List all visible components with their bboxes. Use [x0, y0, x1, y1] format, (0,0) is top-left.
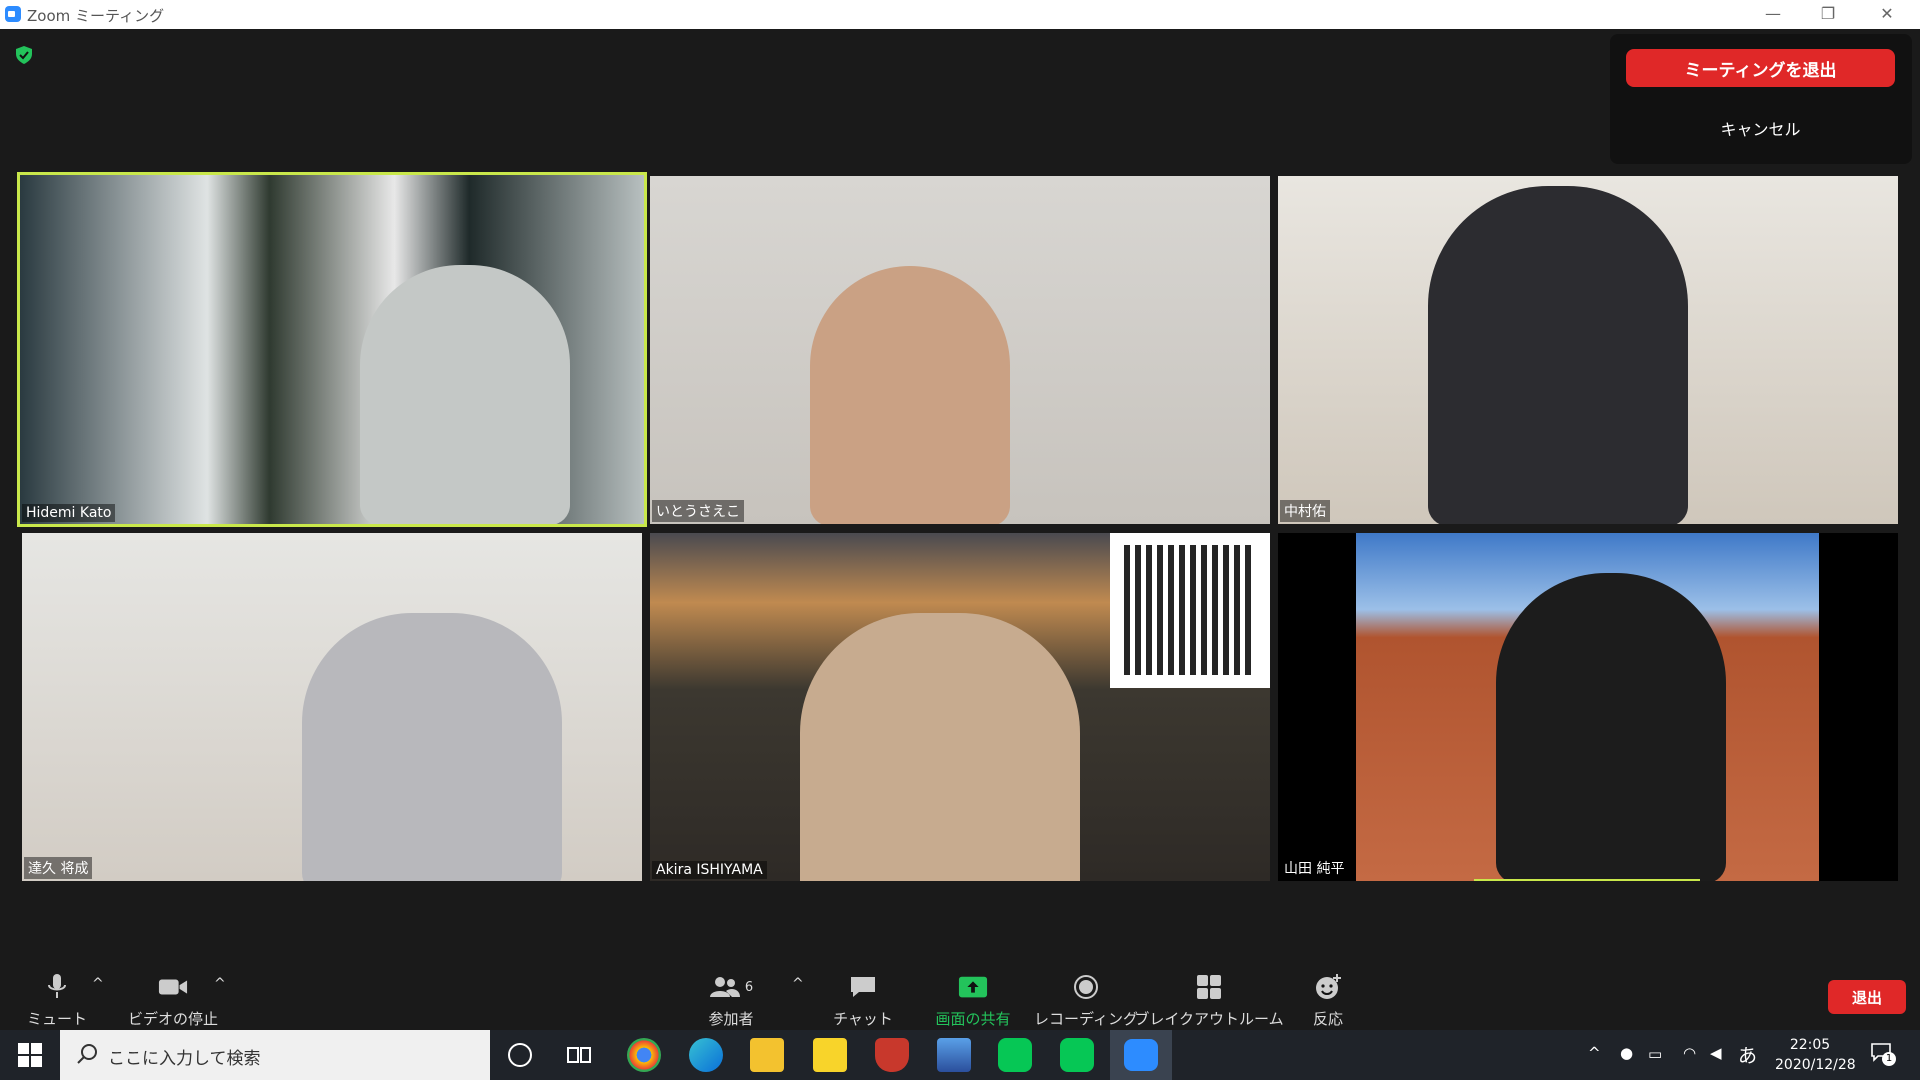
participants-label: 参加者	[708, 1010, 754, 1028]
participants-button[interactable]: 6 参加者	[671, 972, 791, 1029]
participant-name: 中村佑	[1280, 500, 1330, 522]
audio-level-bar	[1474, 879, 1700, 881]
close-button[interactable]: ✕	[1872, 4, 1902, 24]
leave-meeting-dialog: ミーティングを退出 キャンセル	[1610, 34, 1912, 164]
notifications-icon[interactable]: 1	[1870, 1042, 1896, 1066]
reactions-button[interactable]: 反応	[1268, 972, 1388, 1029]
breakout-rooms-button[interactable]: ブレイクアウトルーム	[1129, 972, 1289, 1029]
qr-code-image	[1110, 533, 1270, 688]
participant-name: Akira ISHIYAMA	[652, 861, 767, 879]
ime-indicator[interactable]: あ	[1738, 1041, 1757, 1068]
notifications-count: 1	[1882, 1052, 1896, 1066]
title-bar: Zoom ミーティング — ❐ ✕	[0, 0, 1920, 29]
leave-meeting-button[interactable]: ミーティングを退出	[1626, 49, 1895, 87]
share-screen-button[interactable]: 画面の共有	[913, 972, 1033, 1029]
clock-date: 2020/12/28	[1775, 1057, 1856, 1073]
participant-video	[810, 266, 1010, 524]
search-placeholder: ここに入力して検索	[108, 1049, 261, 1069]
tray-overflow-icon[interactable]: ^	[1588, 1044, 1601, 1062]
window-title: Zoom ミーティング	[27, 7, 165, 25]
video-tile-akira-ishiyama[interactable]: Akira ISHIYAMA	[650, 533, 1270, 881]
volume-icon[interactable]: ◀	[1710, 1044, 1722, 1062]
video-tile-tatsuhisa-masanari[interactable]: 達久 将成	[22, 533, 642, 881]
zoom-logo-icon	[5, 6, 21, 22]
record-icon	[1071, 972, 1101, 1002]
sticky-notes-icon[interactable]	[813, 1038, 847, 1072]
windows-start-icon[interactable]	[18, 1043, 42, 1067]
participant-video	[1428, 186, 1688, 524]
encryption-shield-icon[interactable]	[16, 46, 32, 64]
restore-button[interactable]: ❐	[1813, 4, 1843, 24]
edge-icon[interactable]	[689, 1038, 723, 1072]
zoom-taskbar-button[interactable]	[1110, 1030, 1172, 1080]
microphone-icon	[42, 972, 72, 1002]
participant-video	[360, 265, 570, 524]
video-tile-hidemi-kato[interactable]: Hidemi Kato	[17, 172, 647, 527]
microphone-tray-icon[interactable]: ●	[1620, 1044, 1633, 1062]
end-meeting-button[interactable]: 退出	[1828, 980, 1906, 1014]
remote-desktop-icon[interactable]	[937, 1038, 971, 1072]
video-tile-itou-saeko[interactable]: いとうさえこ	[650, 176, 1270, 524]
participant-name: 達久 将成	[24, 857, 93, 879]
record-label: レコーディング	[1034, 1010, 1138, 1028]
battery-icon[interactable]: ▭	[1648, 1045, 1662, 1063]
clock[interactable]: 22:05 2020/12/28	[1775, 1035, 1856, 1075]
video-options-caret-icon[interactable]: ^	[214, 976, 226, 992]
video-tile-nakamura-yu[interactable]: 中村佑	[1278, 176, 1898, 524]
line-icon[interactable]	[998, 1038, 1032, 1072]
clock-time: 22:05	[1789, 1037, 1831, 1053]
participants-count: 6	[744, 979, 754, 995]
share-screen-label: 画面の共有	[935, 1010, 1011, 1028]
video-camera-icon	[158, 972, 188, 1002]
share-screen-icon	[958, 972, 988, 1002]
participant-name: いとうさえこ	[652, 500, 744, 522]
participant-video	[800, 613, 1080, 881]
chat-button[interactable]: チャット	[803, 972, 923, 1029]
participant-name: 山田 純平	[1280, 857, 1349, 879]
stop-video-label: ビデオの停止	[127, 1010, 218, 1028]
chat-bubble-icon	[848, 972, 878, 1002]
participant-video	[1356, 533, 1819, 881]
chrome-icon[interactable]	[627, 1038, 661, 1072]
minimize-button[interactable]: —	[1758, 4, 1788, 24]
participant-video	[302, 613, 562, 881]
task-view-icon[interactable]	[566, 1044, 592, 1066]
file-explorer-icon[interactable]	[750, 1038, 784, 1072]
participants-options-caret-icon[interactable]: ^	[792, 976, 804, 992]
chat-label: チャット	[833, 1010, 893, 1028]
participant-name: Hidemi Kato	[22, 504, 116, 522]
cortana-icon[interactable]	[508, 1043, 532, 1067]
video-tile-yamada-junpei[interactable]: 山田 純平	[1278, 533, 1898, 881]
zoom-app-icon	[1124, 1039, 1158, 1071]
line-icon-2[interactable]	[1060, 1038, 1094, 1072]
security-app-icon[interactable]	[875, 1038, 909, 1072]
breakout-rooms-icon	[1194, 972, 1224, 1002]
record-button[interactable]: レコーディング	[1026, 972, 1146, 1029]
mute-label: ミュート	[26, 1010, 87, 1028]
wifi-icon[interactable]: ◠	[1683, 1044, 1696, 1062]
audio-options-caret-icon[interactable]: ^	[92, 976, 104, 992]
reactions-label: 反応	[1312, 1010, 1343, 1028]
cancel-button[interactable]: キャンセル	[1626, 110, 1895, 146]
participants-icon: 6	[701, 972, 761, 1002]
search-icon	[76, 1043, 98, 1070]
taskbar-search-box[interactable]: ここに入力して検索	[60, 1030, 490, 1080]
smiley-icon	[1313, 972, 1343, 1002]
breakout-rooms-label: ブレイクアウトルーム	[1134, 1010, 1284, 1028]
